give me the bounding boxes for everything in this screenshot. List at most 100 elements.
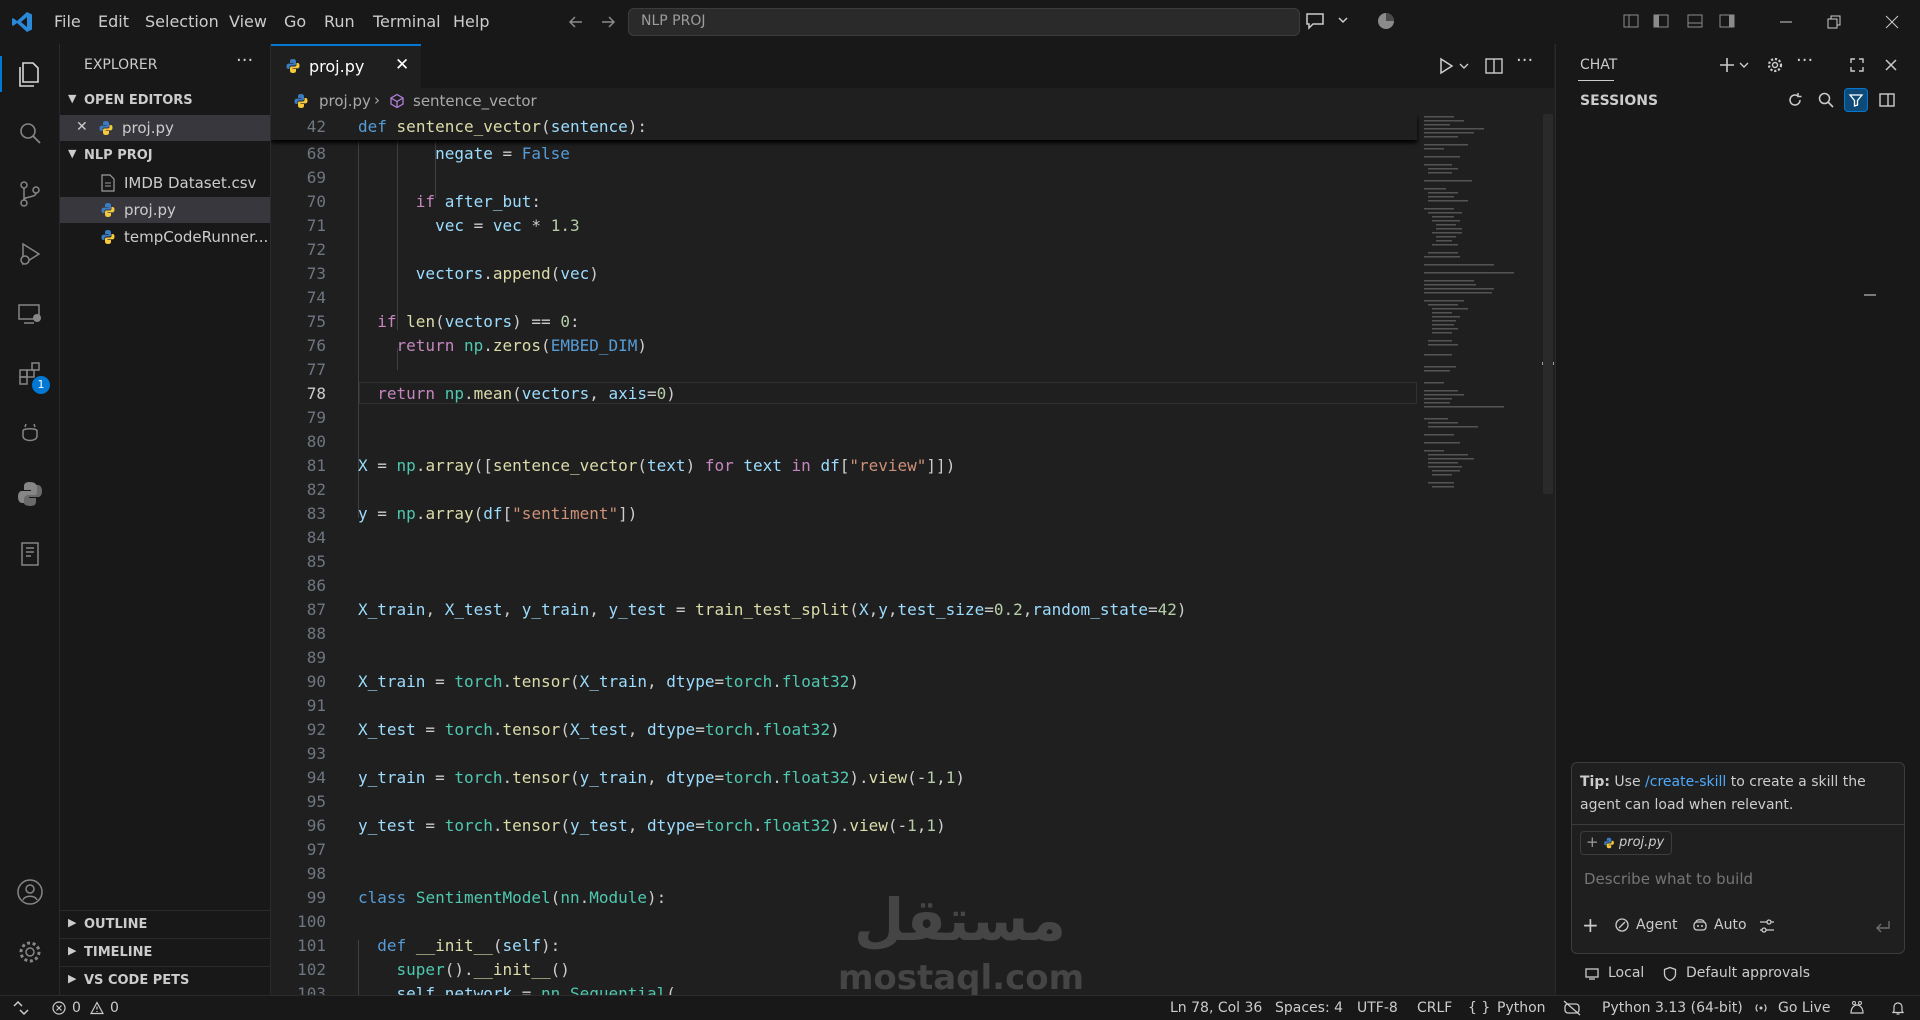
model-picker[interactable]: Auto — [1692, 915, 1752, 937]
editor-scrollbar[interactable] — [1542, 114, 1554, 995]
menu-view[interactable]: View — [229, 12, 267, 31]
divider — [1572, 824, 1904, 825]
line-number: 92 — [306, 720, 326, 739]
line-number: 83 — [306, 504, 326, 523]
encoding[interactable]: UTF-8 — [1357, 1000, 1398, 1016]
command-center-search[interactable]: NLP PROJ — [628, 8, 1300, 36]
new-chat-icon[interactable] — [1718, 56, 1736, 74]
add-context-icon[interactable]: + — [1586, 833, 1599, 851]
add-attachment-icon[interactable]: + — [1582, 913, 1599, 937]
open-editor-item[interactable]: ✕ proj.py — [60, 115, 270, 141]
breadcrumb-file[interactable]: proj.py — [319, 92, 371, 110]
notifications-bell-icon[interactable] — [1890, 1000, 1906, 1016]
forward-arrow-icon[interactable] — [598, 12, 618, 32]
more-actions-icon[interactable]: ··· — [1796, 50, 1813, 71]
indentation[interactable]: Spaces: 4 — [1275, 1000, 1343, 1016]
toggle-secondary-sidebar-icon[interactable] — [1718, 12, 1736, 30]
toggle-panel-icon[interactable] — [1686, 12, 1704, 30]
search-icon[interactable] — [14, 118, 46, 150]
chevron-down-icon[interactable] — [1458, 60, 1470, 72]
source-control-icon[interactable] — [14, 178, 46, 210]
scrollbar-thumb[interactable] — [1543, 114, 1553, 494]
more-actions-icon[interactable]: ··· — [1516, 50, 1533, 71]
accounts-pie-icon[interactable] — [1376, 11, 1396, 31]
context-file-chip[interactable]: + proj.py — [1580, 831, 1672, 855]
vscode-pets-section[interactable]: ▶ VS CODE PETS — [60, 968, 270, 994]
split-editor-icon[interactable] — [1484, 56, 1504, 76]
breadcrumb-symbol[interactable]: sentence_vector — [413, 92, 537, 110]
line-number: 103 — [297, 984, 326, 995]
auto-label: Auto — [1714, 917, 1747, 933]
file-label: tempCodeRunner... — [124, 228, 269, 246]
sticky-scroll-line[interactable]: 42 def sentence_vector(sentence): — [271, 114, 1417, 140]
close-tab-icon[interactable]: ✕ — [395, 55, 409, 75]
send-icon[interactable] — [1874, 917, 1892, 935]
chat-settings-icon[interactable] — [1766, 56, 1784, 74]
account-icon[interactable] — [14, 876, 46, 908]
timeline-section[interactable]: ▶ TIMELINE — [60, 940, 270, 966]
toggle-sidebar-icon[interactable] — [1652, 12, 1670, 30]
file-item-proj-py[interactable]: proj.py — [60, 197, 270, 223]
code-editor[interactable]: 42 def sentence_vector(sentence): 68 neg… — [271, 114, 1421, 995]
line-number: 90 — [306, 672, 326, 691]
refresh-icon[interactable] — [1786, 91, 1804, 109]
problems-indicator[interactable]: 0 0 — [52, 999, 132, 1017]
run-debug-icon[interactable] — [14, 238, 46, 270]
minimap[interactable] — [1422, 114, 1542, 514]
maximize-icon[interactable] — [1848, 56, 1866, 74]
tab-proj-py[interactable]: proj.py ✕ — [271, 44, 421, 88]
filter-button[interactable] — [1844, 88, 1868, 112]
approvals-label[interactable]: Default approvals — [1686, 965, 1810, 981]
line-number: 75 — [306, 312, 326, 331]
language-mode[interactable]: Python — [1497, 1000, 1546, 1016]
create-skill-link[interactable]: /create-skill — [1645, 774, 1726, 790]
agent-mode-picker[interactable]: Agent — [1614, 915, 1684, 937]
file-item-tempcoderunner[interactable]: tempCodeRunner... — [60, 224, 270, 250]
chevron-down-icon[interactable] — [1336, 13, 1350, 27]
remote-indicator-icon[interactable] — [12, 1000, 30, 1016]
go-live-button[interactable]: Go Live — [1778, 1000, 1830, 1016]
remote-explorer-icon[interactable] — [14, 298, 46, 330]
copilot-chat-icon[interactable] — [1304, 11, 1326, 31]
menu-terminal[interactable]: Terminal — [373, 12, 441, 31]
explorer-icon[interactable] — [14, 58, 46, 90]
testing-icon[interactable] — [14, 418, 46, 450]
code-line: vectors.append(vec) — [415, 264, 599, 283]
line-number: 72 — [306, 240, 326, 259]
run-python-icon[interactable] — [1436, 56, 1456, 76]
chat-input[interactable] — [1580, 867, 1888, 891]
python-icon[interactable] — [14, 478, 46, 510]
back-arrow-icon[interactable] — [566, 12, 586, 32]
menu-go[interactable]: Go — [284, 12, 306, 31]
toggle-sessions-sidebar-icon[interactable] — [1878, 91, 1896, 109]
code-line: def __init__(self): — [377, 936, 561, 955]
project-folder-section[interactable]: ▼ NLP PROJ — [60, 143, 270, 169]
menu-edit[interactable]: Edit — [98, 12, 129, 31]
restore-icon[interactable] — [1826, 14, 1842, 30]
cursor-position[interactable]: Ln 78, Col 36 — [1170, 1000, 1262, 1016]
close-window-icon[interactable] — [1884, 14, 1900, 30]
notebook-icon[interactable] — [14, 538, 46, 570]
menu-run[interactable]: Run — [324, 12, 355, 31]
open-editors-section[interactable]: ▼ OPEN EDITORS — [60, 88, 270, 114]
close-icon[interactable] — [1882, 56, 1900, 74]
minimize-icon[interactable] — [1778, 14, 1794, 30]
menu-file[interactable]: File — [54, 12, 81, 31]
local-label[interactable]: Local — [1608, 965, 1644, 981]
configure-tools-icon[interactable] — [1758, 917, 1776, 935]
python-interpreter[interactable]: Python 3.13 (64-bit) — [1602, 1000, 1743, 1016]
menu-selection[interactable]: Selection — [145, 12, 219, 31]
outline-section[interactable]: ▶ OUTLINE — [60, 912, 270, 938]
search-icon[interactable] — [1817, 91, 1835, 109]
more-actions-icon[interactable]: ··· — [236, 50, 253, 71]
menu-help[interactable]: Help — [453, 12, 489, 31]
settings-gear-icon[interactable] — [14, 936, 46, 968]
chevron-down-icon[interactable] — [1738, 59, 1750, 71]
copilot-disabled-icon[interactable] — [1563, 1000, 1581, 1016]
panel-sash-marker — [1864, 294, 1876, 296]
end-of-line[interactable]: CRLF — [1417, 1000, 1452, 1016]
close-icon[interactable]: ✕ — [76, 119, 88, 135]
file-item-imdb-csv[interactable]: IMDB Dataset.csv — [60, 170, 270, 196]
customize-layout-icon[interactable] — [1622, 12, 1640, 30]
pets-icon[interactable] — [1848, 1000, 1866, 1016]
